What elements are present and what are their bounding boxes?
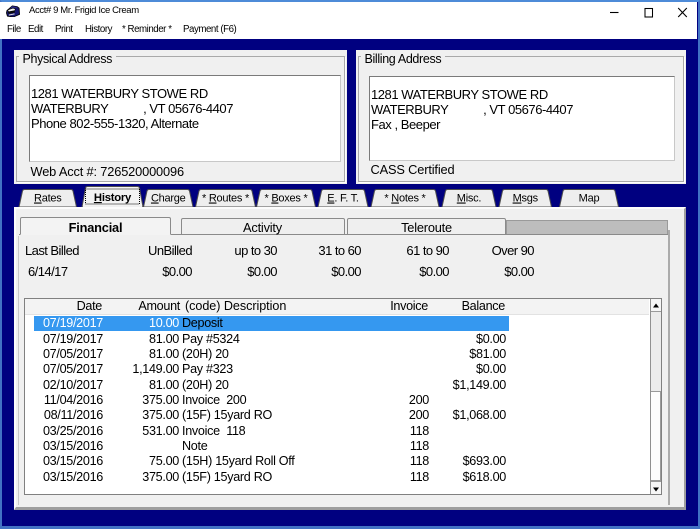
svg-text:Misc.: Misc.: [457, 193, 482, 205]
svg-text:Rates: Rates: [34, 193, 62, 205]
svg-text:* Notes *: * Notes *: [384, 193, 426, 205]
svg-text:History: History: [94, 192, 132, 204]
svg-text:E. F. T.: E. F. T.: [327, 193, 359, 205]
svg-text:* Routes *: * Routes *: [202, 193, 250, 205]
svg-text:Map: Map: [579, 193, 600, 205]
svg-text:Charge: Charge: [151, 193, 186, 205]
svg-text:Msgs: Msgs: [513, 193, 539, 205]
svg-text:* Boxes *: * Boxes *: [264, 193, 308, 205]
